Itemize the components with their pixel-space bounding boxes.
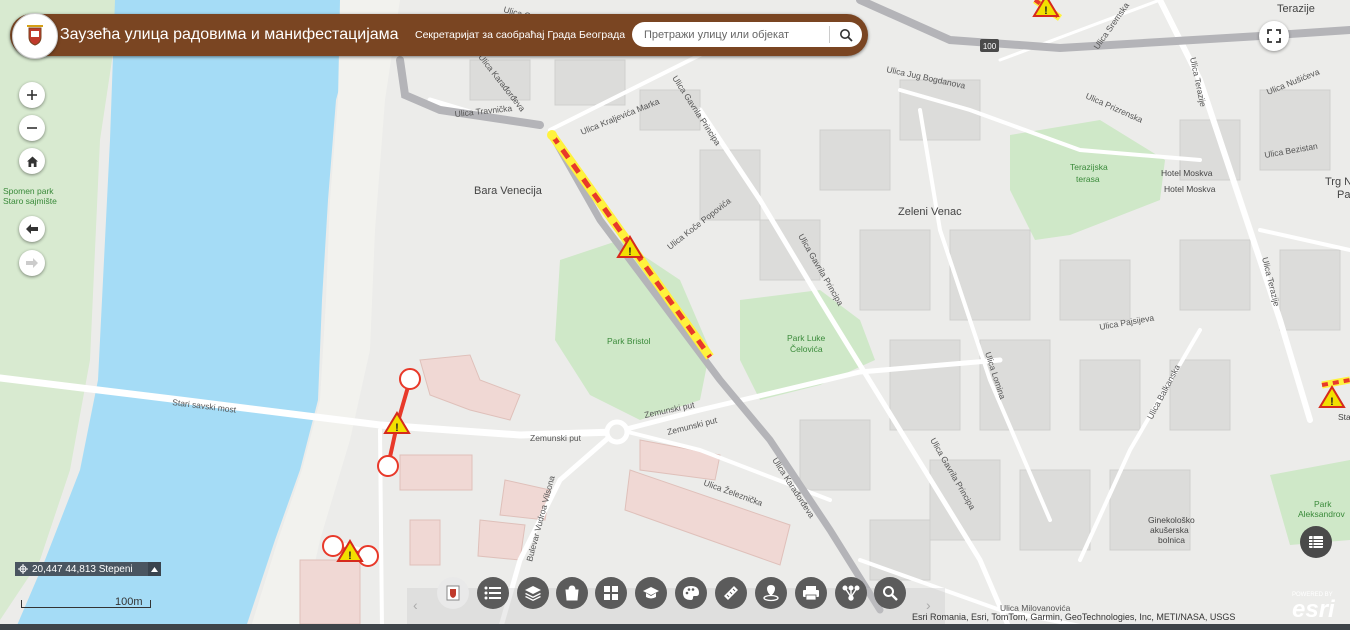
tool-print-button[interactable] [795,577,827,609]
fullscreen-button[interactable] [1259,21,1289,51]
works-endpoint-sw1[interactable] [322,535,344,557]
works-endpoint-sw2[interactable] [357,545,379,567]
home-icon [26,156,38,167]
minus-icon [27,127,37,129]
label-staro-sajmiste: Staro sajmište [3,196,57,206]
label-hotel-moskva-1: Hotel Moskva [1161,168,1213,178]
label-bolnica: bolnica [1158,535,1185,545]
plus-icon [27,90,37,100]
tool-palette-button[interactable] [675,577,707,609]
graduation-cap-icon [643,587,659,599]
magnifier-icon [883,586,898,601]
share-icon [842,585,860,601]
label-park-aleksandrov-1: Park [1314,499,1332,509]
toolbar-prev-arrow[interactable]: ‹ [413,597,418,613]
coordinate-readout[interactable]: 20,447 44,813 Stepeni [15,562,161,576]
label-bara-venecija: Bara Venecija [474,185,543,197]
label-terazijska: Terazijska [1070,162,1108,172]
tool-layers-button[interactable] [517,577,549,609]
label-spomen-park: Spomen park [3,186,54,196]
zoom-out-button[interactable] [19,115,45,141]
roundabout [604,419,630,445]
tool-education-button[interactable] [635,577,667,609]
arrow-right-icon [26,258,38,268]
svg-text:!: ! [1044,5,1048,17]
tool-measure-button[interactable] [715,577,747,609]
road-number-text: 100 [983,42,997,51]
label-sta: Sta [1338,412,1350,422]
label-park-bristol: Park Bristol [607,336,651,346]
arrow-left-icon [26,224,38,234]
esri-logo[interactable]: POWERED BY esri [1292,592,1335,622]
label-park-luke: Park Luke [787,333,826,343]
label-trg-pa: Pa [1337,189,1350,201]
ruler-icon [724,586,738,600]
legend-button[interactable] [1300,526,1332,558]
works-endpoint-south[interactable] [377,455,399,477]
svg-text:!: ! [348,550,352,562]
toolbar-next-arrow[interactable]: › [926,597,931,613]
printer-icon [803,586,819,601]
label-zeleni-venac: Zeleni Venac [898,206,962,218]
tool-gallery-button[interactable] [595,577,627,609]
list-icon [484,586,501,600]
label-celovica: Čelovića [790,344,823,354]
bottom-frame [0,624,1350,630]
search-icon [840,28,853,42]
closure-start-dot [547,130,557,140]
tool-location-button[interactable] [755,577,787,609]
palette-icon [683,586,699,600]
tool-about-button[interactable] [437,577,469,609]
search-input[interactable] [642,25,826,45]
tool-legend-list-button[interactable] [477,577,509,609]
coordinate-text: 20,447 44,813 Stepeni [32,563,133,575]
about-logo-icon [446,585,460,601]
works-endpoint-north[interactable] [399,368,421,390]
next-extent-button[interactable] [19,250,45,276]
grid-icon [604,586,618,600]
location-pin-icon [763,585,779,602]
chevron-up-icon [151,566,158,572]
app-subtitle: Секретаријат за саобраћај Града Београда [415,29,626,41]
bag-icon [565,585,579,601]
label-ginekolosko: Ginekološko [1148,515,1195,525]
tool-share-button[interactable] [835,577,867,609]
table-list-icon [1309,536,1323,548]
previous-extent-button[interactable] [19,216,45,242]
coat-of-arms-icon [27,25,43,46]
label-trg-n: Trg N [1325,176,1350,188]
search-box [632,22,862,47]
crosshair-icon [18,564,28,574]
map-attribution: Esri Romania, Esri, TomTom, Garmin, GeoT… [912,612,1236,622]
svg-text:!: ! [395,422,399,434]
coordinate-toggle[interactable] [148,562,161,576]
zoom-in-button[interactable] [19,82,45,108]
tool-basemap-button[interactable] [556,577,588,609]
tool-search-button[interactable] [874,577,906,609]
label-akuserska: akušerska [1150,525,1189,535]
scale-label: 100m [115,596,143,608]
home-button[interactable] [19,148,45,174]
search-separator [829,26,830,43]
label-zemunski-put-1: Zemunski put [530,433,582,443]
city-logo[interactable] [12,13,58,59]
app-title: Заузећа улица радовима и манифестацијама [60,26,399,43]
search-button[interactable] [835,24,857,45]
svg-text:!: ! [628,246,632,258]
label-terasa: terasa [1076,174,1100,184]
map-canvas[interactable]: 100 ! ! ! ! ! Bara Venecija Zeleni Venac… [0,0,1350,630]
label-park-aleksandrov-2: Aleksandrov [1298,509,1346,519]
label-terazije: Terazije [1277,3,1315,15]
label-hotel-moskva-2: Hotel Moskva [1164,184,1216,194]
esri-name-text: esri [1292,596,1335,623]
svg-text:!: ! [1330,396,1334,408]
fullscreen-icon [1267,29,1281,43]
layers-icon [525,586,541,601]
